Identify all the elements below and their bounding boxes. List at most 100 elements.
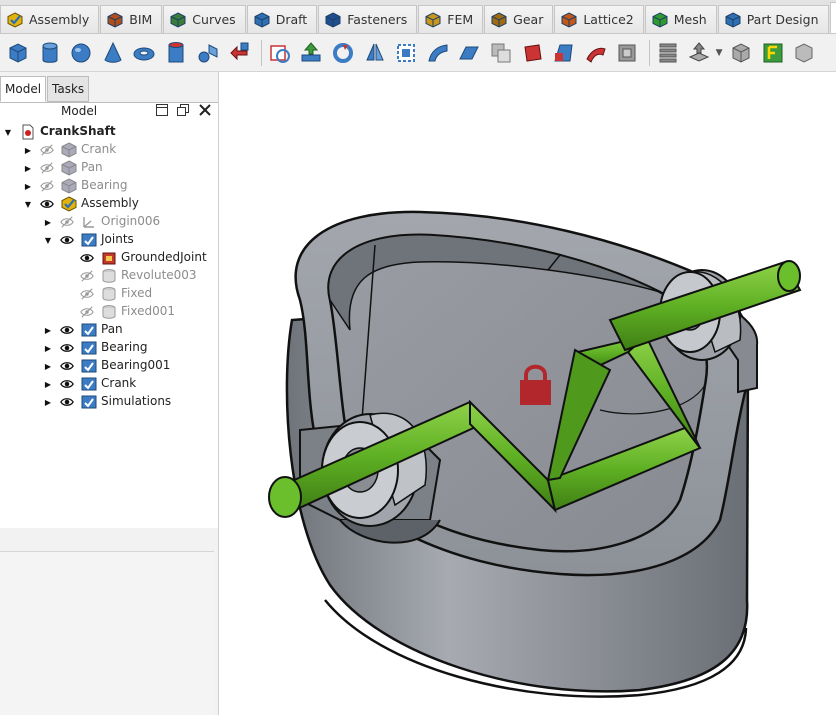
sphere-icon[interactable] <box>67 39 95 67</box>
eye-icon[interactable] <box>60 321 74 339</box>
expand-arrow-icon[interactable]: ▶ <box>23 177 33 195</box>
primitives-icon[interactable] <box>194 39 222 67</box>
expand-arrow-icon[interactable]: ▶ <box>43 339 53 357</box>
grounded-joint-icon <box>101 250 117 266</box>
tab-label: Gear <box>513 12 544 27</box>
eye-icon[interactable] <box>60 375 74 393</box>
link-icon <box>81 358 97 374</box>
tree-item[interactable]: ▶ Origin006 <box>0 213 214 231</box>
tree-item[interactable]: ▶ Pan <box>0 159 214 177</box>
3d-view[interactable] <box>220 72 836 715</box>
expand-arrow-icon[interactable]: ▶ <box>43 357 53 375</box>
crankshaft-model[interactable] <box>220 72 836 715</box>
tab-model[interactable]: Model <box>0 76 47 102</box>
tree-item[interactable]: ▼ Joints <box>0 231 214 249</box>
tree-item[interactable]: ▶ Bearing <box>0 339 214 357</box>
tab-workbench-bim[interactable]: BIM <box>100 5 163 33</box>
extrude-icon[interactable] <box>297 39 325 67</box>
eye-hidden-icon[interactable] <box>80 285 94 303</box>
offset-icon[interactable] <box>654 39 682 67</box>
cross-sections-icon[interactable] <box>613 39 641 67</box>
tree-item-label: Joints <box>101 232 134 246</box>
tree-item[interactable]: Fixed <box>0 285 214 303</box>
lattice2-icon <box>561 11 577 28</box>
cylinder-icon[interactable] <box>36 39 64 67</box>
tab-workbench-mesh[interactable]: Mesh <box>644 5 717 33</box>
box-selection-icon[interactable] <box>790 39 818 67</box>
tree-item[interactable]: ▶ Pan <box>0 321 214 339</box>
fillet-icon[interactable] <box>392 39 420 67</box>
color-per-face-icon[interactable] <box>759 39 787 67</box>
tab-label: FEM <box>447 12 474 27</box>
shape-from-mesh-icon[interactable] <box>266 39 294 67</box>
tree-item[interactable]: ▶ Crank <box>0 375 214 393</box>
eye-hidden-icon[interactable] <box>40 159 54 177</box>
expand-arrow-icon[interactable]: ▶ <box>43 393 53 411</box>
eye-icon[interactable] <box>60 357 74 375</box>
ruled-surface-icon[interactable] <box>487 39 515 67</box>
tab-workbench-part[interactable]: Part <box>829 2 836 33</box>
tree-item[interactable]: ▶ Simulations <box>0 393 214 411</box>
eye-icon[interactable] <box>80 249 94 267</box>
part-toolbar: ▼ <box>0 34 836 72</box>
tab-workbench-lattice2[interactable]: Lattice2 <box>554 5 644 33</box>
eye-hidden-icon[interactable] <box>40 177 54 195</box>
tree-item[interactable]: Revolute003 <box>0 267 214 285</box>
eye-icon[interactable] <box>60 231 74 249</box>
chamfer-icon[interactable] <box>424 39 452 67</box>
projection-icon[interactable] <box>727 39 755 67</box>
dropdown-arrow-icon[interactable]: ▼ <box>714 39 724 67</box>
thickness-icon[interactable] <box>685 39 713 67</box>
tree-item-label: Pan <box>81 160 103 174</box>
eye-hidden-icon[interactable] <box>80 267 94 285</box>
tab-workbench-fem[interactable]: FEM <box>418 5 484 33</box>
eye-hidden-icon[interactable] <box>60 213 74 231</box>
tree-item[interactable]: ▼ CrankShaft <box>0 123 214 141</box>
tab-workbench-draft[interactable]: Draft <box>246 5 318 33</box>
collapse-arrow-icon[interactable]: ▼ <box>3 123 13 141</box>
eye-hidden-icon[interactable] <box>80 303 94 321</box>
section-icon[interactable] <box>582 39 610 67</box>
eye-icon[interactable] <box>60 393 74 411</box>
tube-icon[interactable] <box>162 39 190 67</box>
tab-tasks[interactable]: Tasks <box>47 76 90 102</box>
panel-dock-icon[interactable] <box>155 104 169 118</box>
panel-float-icon[interactable] <box>176 104 190 118</box>
expand-arrow-icon[interactable]: ▶ <box>43 375 53 393</box>
make-face-icon[interactable] <box>455 39 483 67</box>
eye-icon[interactable] <box>60 339 74 357</box>
tab-workbench-gear[interactable]: Gear <box>484 5 554 33</box>
eye-icon[interactable] <box>40 195 54 213</box>
tree-item[interactable]: ▶ Bearing001 <box>0 357 214 375</box>
tree-item[interactable]: GroundedJoint <box>0 249 214 267</box>
tree-header: Model <box>0 103 218 121</box>
tree-item[interactable]: ▶ Bearing <box>0 177 214 195</box>
expand-arrow-icon[interactable]: ▶ <box>23 159 33 177</box>
cube-icon[interactable] <box>4 39 32 67</box>
cone-icon[interactable] <box>99 39 127 67</box>
mirror-icon[interactable] <box>361 39 389 67</box>
loft-icon[interactable] <box>519 39 547 67</box>
tab-workbench-curves[interactable]: Curves <box>163 5 246 33</box>
tab-workbench-fasteners[interactable]: Fasteners <box>318 5 418 33</box>
tree-item[interactable]: ▶ Crank <box>0 141 214 159</box>
torus-icon[interactable] <box>130 39 158 67</box>
collapse-arrow-icon[interactable]: ▼ <box>23 195 33 213</box>
tree-item[interactable]: ▼ Assembly <box>0 195 214 213</box>
expand-arrow-icon[interactable]: ▶ <box>43 213 53 231</box>
expand-arrow-icon[interactable]: ▶ <box>43 321 53 339</box>
sweep-icon[interactable] <box>550 39 578 67</box>
combo-view: Model Tasks Model ▼ CrankShaft ▶ Crank ▶ Pan ▶… <box>0 72 219 715</box>
revolve-icon[interactable] <box>329 39 357 67</box>
toolbar-separator <box>260 39 262 66</box>
fem-icon <box>425 11 441 28</box>
expand-arrow-icon[interactable]: ▶ <box>23 141 33 159</box>
tab-workbench-assembly[interactable]: Assembly <box>0 5 100 33</box>
shape-builder-icon[interactable] <box>225 39 253 67</box>
tree-item[interactable]: Fixed001 <box>0 303 214 321</box>
eye-hidden-icon[interactable] <box>40 141 54 159</box>
origin-icon <box>81 214 97 230</box>
collapse-arrow-icon[interactable]: ▼ <box>43 231 53 249</box>
tab-workbench-part-design[interactable]: Part Design <box>717 5 829 33</box>
panel-close-icon[interactable] <box>198 104 212 118</box>
